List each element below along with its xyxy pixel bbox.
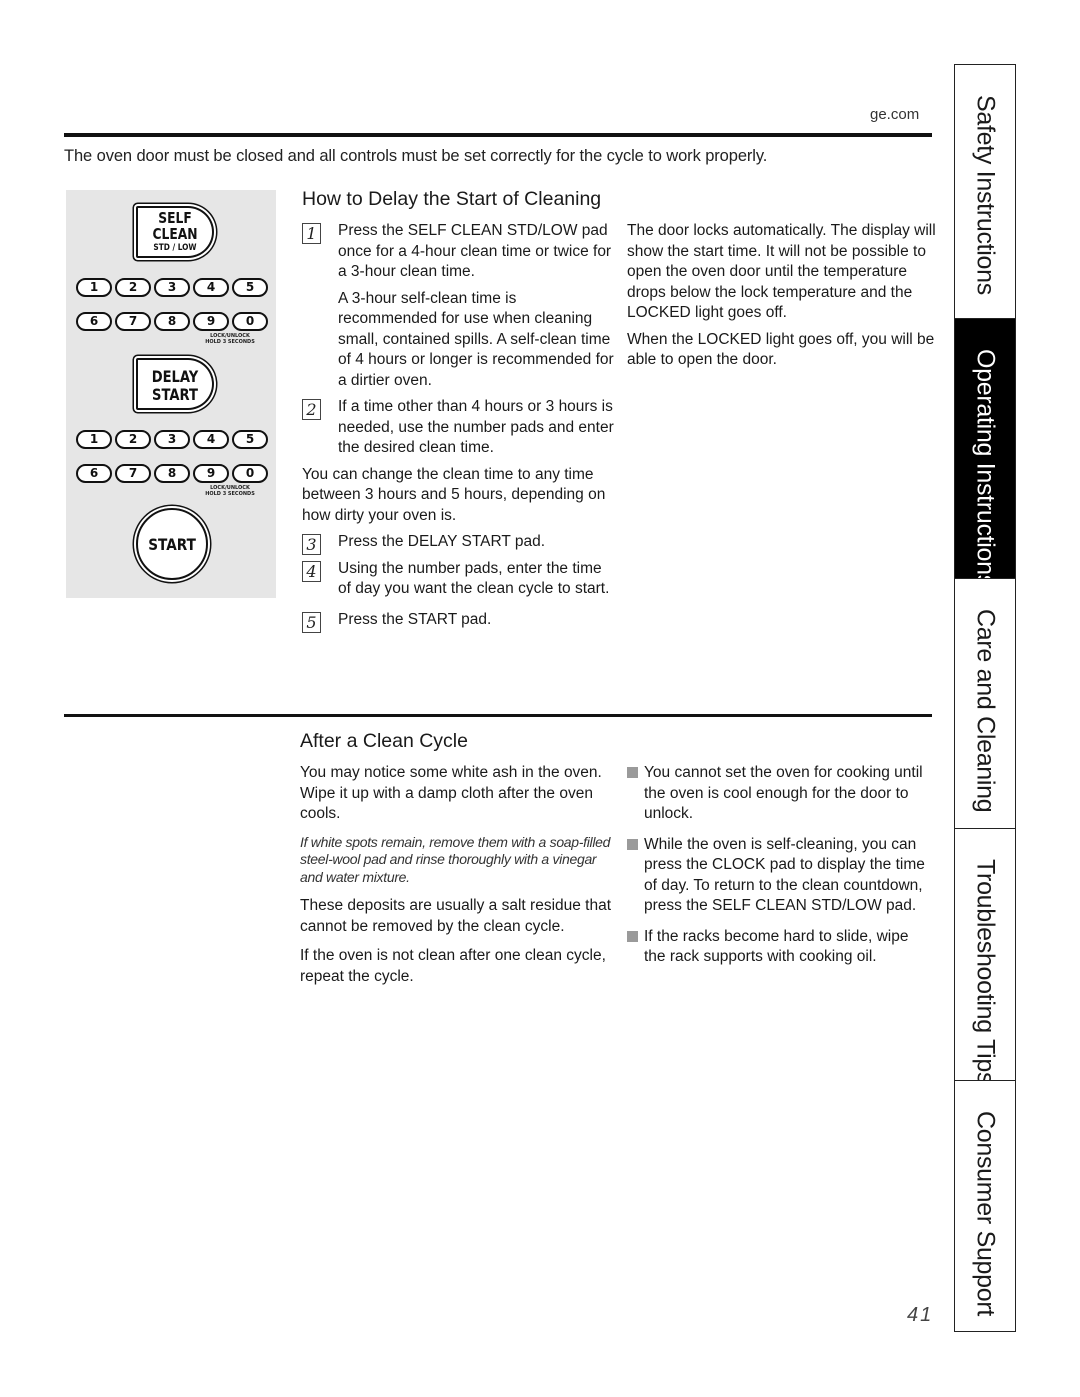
intro-text: The oven door must be closed and all con… [64,147,768,165]
number-key: 1 [76,278,112,297]
change-time-note: You can change the clean time to any tim… [302,465,606,524]
self-clean-label-2: CLEAN [152,225,198,243]
step-1-note: A 3-hour self-clean time is recommended … [338,289,614,389]
step-text: Press the START pad. [338,610,492,628]
lock-unlock-label: LOCK/UNLOCK HOLD 3 SECONDS [200,485,260,497]
number-keys-row-3: 1 2 3 4 5 [76,430,268,449]
white-ash-text: You may notice some white ash in the ove… [300,764,602,822]
step-5: 5 Press the START pad. [302,610,614,633]
control-panel-illustration: SELF CLEAN STD / LOW 1 2 3 4 5 6 7 8 9 0… [66,190,276,598]
bullet-item: If the racks become hard to slide, wipe … [627,927,927,968]
step-3: 3 Press the DELAY START pad. [302,532,614,555]
tab-safety-instructions[interactable]: Safety Instructions [955,65,1015,319]
delay-start-label-1: DELAY [151,367,199,386]
bullet-item: You cannot set the oven for cooking unti… [627,763,927,825]
bullet-text: If the racks become hard to slide, wipe … [644,927,909,966]
number-key: 1 [76,430,112,449]
step-text: Press the DELAY START pad. [338,533,546,550]
bullet-text: You cannot set the oven for cooking unti… [644,764,923,822]
self-clean-label-1: SELF [158,209,192,227]
delay-steps-column: 1 Press the SELF CLEAN STD/LOW pad once … [302,221,614,636]
site-url[interactable]: ge.com [870,106,919,123]
step-number-1: 1 [302,223,321,244]
delay-right-column: The door locks automatically. The displa… [627,221,937,377]
delay-section-title: How to Delay the Start of Cleaning [302,188,602,210]
number-keys-row-4: 6 7 8 9 0 [76,464,268,483]
lock-unlock-label: LOCK/UNLOCK HOLD 3 SECONDS [200,333,260,345]
locked-light-text: When the LOCKED light goes off, you will… [627,330,935,369]
number-key: 8 [154,464,190,483]
delay-start-label-2: START [152,385,198,404]
lock-label-line-2: HOLD 3 SECONDS [205,339,255,345]
number-keys-row-2: 6 7 8 9 0 [76,312,268,331]
number-key: 9 [193,464,229,483]
tab-care-and-cleaning[interactable]: Care and Cleaning [955,579,1015,829]
tab-label: Care and Cleaning [971,609,1000,813]
tab-consumer-support[interactable]: Consumer Support [955,1081,1015,1331]
number-key: 7 [115,464,151,483]
number-key: 5 [232,430,268,449]
number-key: 6 [76,312,112,331]
number-keys-row-1: 1 2 3 4 5 [76,278,268,297]
number-key: 6 [76,464,112,483]
after-section-title: After a Clean Cycle [300,730,468,752]
number-key: 5 [232,278,268,297]
step-text: If a time other than 4 hours or 3 hours … [338,398,614,456]
tab-label: Troubleshooting Tips [971,859,1000,1081]
top-divider [64,133,932,137]
number-key: 9 [193,312,229,331]
tab-label: Operating Instructions [971,349,1000,579]
step-number-2: 2 [302,399,321,420]
after-left-column: You may notice some white ash in the ove… [300,763,612,993]
delay-start-pad: DELAY START [136,358,214,410]
step-number-5: 5 [302,611,321,633]
white-spots-note: If white spots remain, remove them with … [300,833,611,885]
salt-residue-text: These deposits are usually a salt residu… [300,897,612,935]
step-text: Press the SELF CLEAN STD/LOW pad once fo… [338,222,612,280]
step-number-4: 4 [302,560,321,582]
tab-operating-instructions[interactable]: Operating Instructions [955,319,1015,579]
section-tabs: Safety Instructions Operating Instructio… [954,64,1016,1332]
tab-label: Safety Instructions [971,95,1000,295]
repeat-cycle-text: If the oven is not clean after one clean… [300,947,606,985]
number-key: 8 [154,312,190,331]
bullet-item: While the oven is self-cleaning, you can… [627,835,927,917]
number-key: 3 [154,278,190,297]
step-4: 4 Using the number pads, enter the time … [302,559,614,600]
tab-troubleshooting-tips[interactable]: Troubleshooting Tips [955,829,1015,1081]
after-right-column: You cannot set the oven for cooking unti… [627,763,927,978]
start-pad-label: START [148,534,196,554]
bullet-text: While the oven is self-cleaning, you can… [644,835,925,915]
number-key: 0 [232,464,268,483]
lock-label-line-2: HOLD 3 SECONDS [205,491,255,497]
step-2: 2 If a time other than 4 hours or 3 hour… [302,397,614,459]
page-number: 41 [907,1304,934,1326]
number-key: 7 [115,312,151,331]
self-clean-label-3: STD / LOW [153,243,197,253]
step-text: Using the number pads, enter the time of… [338,559,610,598]
section-divider [64,714,932,717]
start-pad: START [136,508,208,580]
door-locks-text: The door locks automatically. The displa… [627,222,936,321]
number-key: 2 [115,430,151,449]
square-bullet-icon [627,838,638,850]
step-1: 1 Press the SELF CLEAN STD/LOW pad once … [302,221,614,283]
number-key: 3 [154,430,190,449]
number-key: 0 [232,312,268,331]
square-bullet-icon [627,930,638,942]
step-number-3: 3 [302,534,321,555]
number-key: 4 [193,278,229,297]
number-key: 4 [193,430,229,449]
square-bullet-icon [627,767,638,778]
tab-label: Consumer Support [971,1111,1000,1317]
number-key: 2 [115,278,151,297]
self-clean-pad: SELF CLEAN STD / LOW [136,206,214,258]
